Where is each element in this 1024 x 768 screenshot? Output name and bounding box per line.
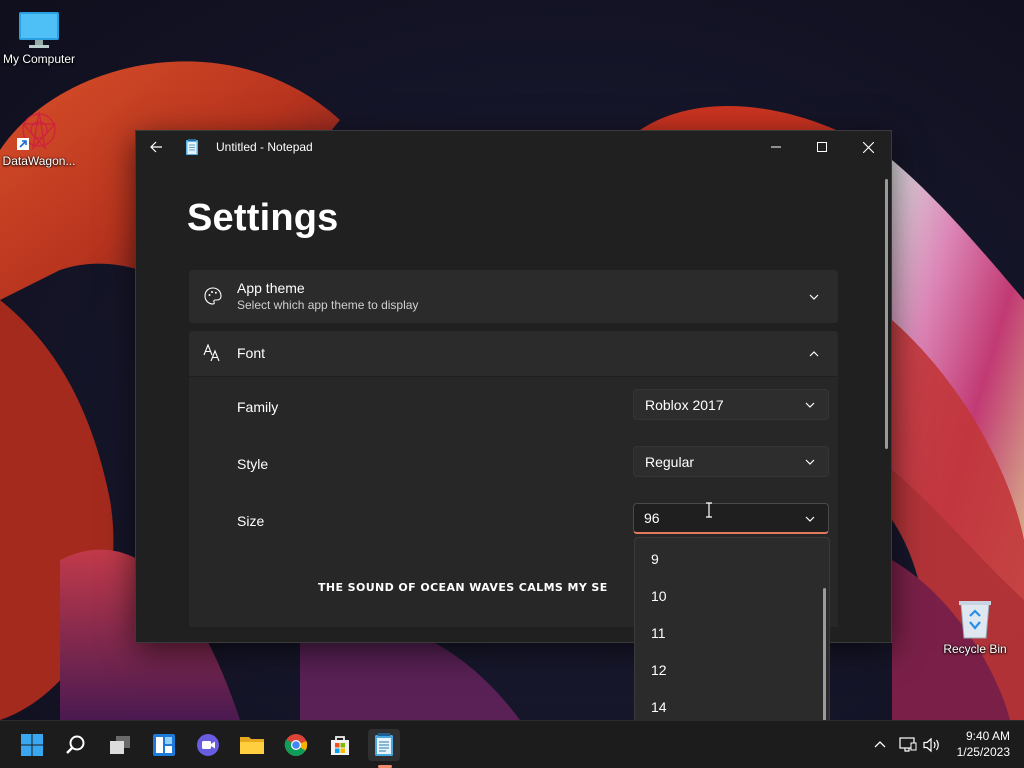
font-style-value: Regular	[645, 454, 695, 470]
app-theme-title: App theme	[237, 280, 305, 296]
maximize-button[interactable]	[799, 131, 845, 163]
speaker-icon	[923, 737, 939, 753]
video-chat-icon	[197, 734, 219, 756]
minimize-button[interactable]	[753, 131, 799, 163]
window-scrollbar[interactable]	[885, 179, 889, 449]
notepad-taskbar-button[interactable]	[368, 729, 400, 761]
chevron-down-icon	[805, 402, 815, 408]
widgets-button[interactable]	[148, 729, 180, 761]
notepad-app-icon	[186, 139, 198, 155]
size-option[interactable]: 14	[651, 699, 667, 715]
chevron-up-icon	[809, 351, 819, 357]
font-family-value: Roblox 2017	[645, 397, 724, 413]
font-family-dropdown[interactable]: Roblox 2017	[633, 389, 829, 420]
font-preview-text: THE SOUND OF OCEAN WAVES CALMS MY SE	[318, 581, 608, 594]
taskbar: 9:40 AM 1/25/2023	[0, 720, 1024, 768]
monitor-icon	[19, 12, 59, 48]
folder-icon	[240, 737, 264, 754]
close-icon	[862, 141, 874, 153]
teams-chat-button[interactable]	[192, 729, 224, 761]
size-option[interactable]: 12	[651, 662, 667, 678]
desktop-icon-recycle-bin[interactable]: Recycle Bin	[933, 598, 1017, 656]
chevron-down-icon[interactable]	[804, 513, 816, 525]
clock-date: 1/25/2023	[956, 745, 1010, 759]
desktop-icon-label: DataWagon...	[2, 154, 76, 168]
font-size-combobox[interactable]	[633, 503, 829, 534]
network-status-button[interactable]	[898, 735, 918, 755]
chrome-icon	[284, 734, 308, 756]
store-icon	[331, 736, 349, 755]
font-size-options-list[interactable]: 9 10 11 12 14	[634, 537, 830, 720]
file-explorer-button[interactable]	[236, 729, 268, 761]
desktop-icon-label: My Computer	[2, 52, 76, 66]
arrow-left-icon	[150, 141, 162, 153]
size-option[interactable]: 10	[651, 588, 667, 604]
back-button[interactable]	[136, 131, 176, 163]
chevron-up-icon	[874, 741, 886, 748]
widgets-icon	[153, 734, 175, 756]
search-button[interactable]	[60, 729, 92, 761]
search-icon	[66, 735, 85, 754]
close-button[interactable]	[845, 131, 891, 163]
scrollbar-thumb[interactable]	[885, 179, 888, 449]
title-bar[interactable]: Untitled - Notepad	[136, 131, 891, 163]
font-expander[interactable]: Font	[189, 331, 838, 376]
options-scrollbar[interactable]	[823, 588, 826, 720]
chrome-button[interactable]	[280, 729, 312, 761]
volume-button[interactable]	[922, 735, 942, 755]
font-title: Font	[237, 345, 266, 361]
microsoft-store-button[interactable]	[324, 729, 356, 761]
system-clock[interactable]: 9:40 AM 1/25/2023	[957, 728, 1010, 760]
datawagon-shortcut-icon	[17, 111, 57, 150]
desktop-icon-datawagon[interactable]: DataWagon...	[0, 108, 81, 168]
font-style-dropdown[interactable]: Regular	[633, 446, 829, 477]
size-label: Size	[237, 513, 265, 529]
desktop-icon-my-computer[interactable]: My Computer	[0, 10, 81, 66]
task-view-button[interactable]	[104, 729, 136, 761]
maximize-icon	[817, 142, 827, 152]
windows-logo-icon	[21, 734, 43, 756]
notepad-icon	[375, 733, 393, 756]
page-title: Settings	[187, 197, 339, 239]
show-hidden-icons-button[interactable]	[870, 735, 890, 755]
desktop-icon-label: Recycle Bin	[943, 642, 1007, 656]
size-option[interactable]: 9	[651, 551, 659, 567]
font-size-input[interactable]	[644, 510, 794, 526]
app-theme-expander[interactable]: App theme Select which app theme to disp…	[189, 270, 838, 323]
size-option[interactable]: 11	[651, 625, 666, 641]
recycle-bin-icon	[959, 601, 991, 639]
network-wired-icon	[899, 737, 917, 752]
clock-time: 9:40 AM	[965, 729, 1010, 743]
style-label: Style	[237, 456, 269, 472]
chevron-down-icon	[805, 459, 815, 465]
font-icon	[203, 343, 220, 362]
app-theme-subtitle: Select which app theme to display	[237, 298, 419, 312]
window-title: Untitled - Notepad	[216, 140, 313, 154]
start-button[interactable]	[16, 729, 48, 761]
minimize-icon	[771, 146, 781, 148]
chevron-down-icon	[809, 294, 819, 300]
palette-icon	[204, 287, 222, 305]
family-label: Family	[237, 399, 279, 415]
text-cursor-icon	[706, 502, 712, 518]
task-view-icon	[110, 736, 130, 754]
